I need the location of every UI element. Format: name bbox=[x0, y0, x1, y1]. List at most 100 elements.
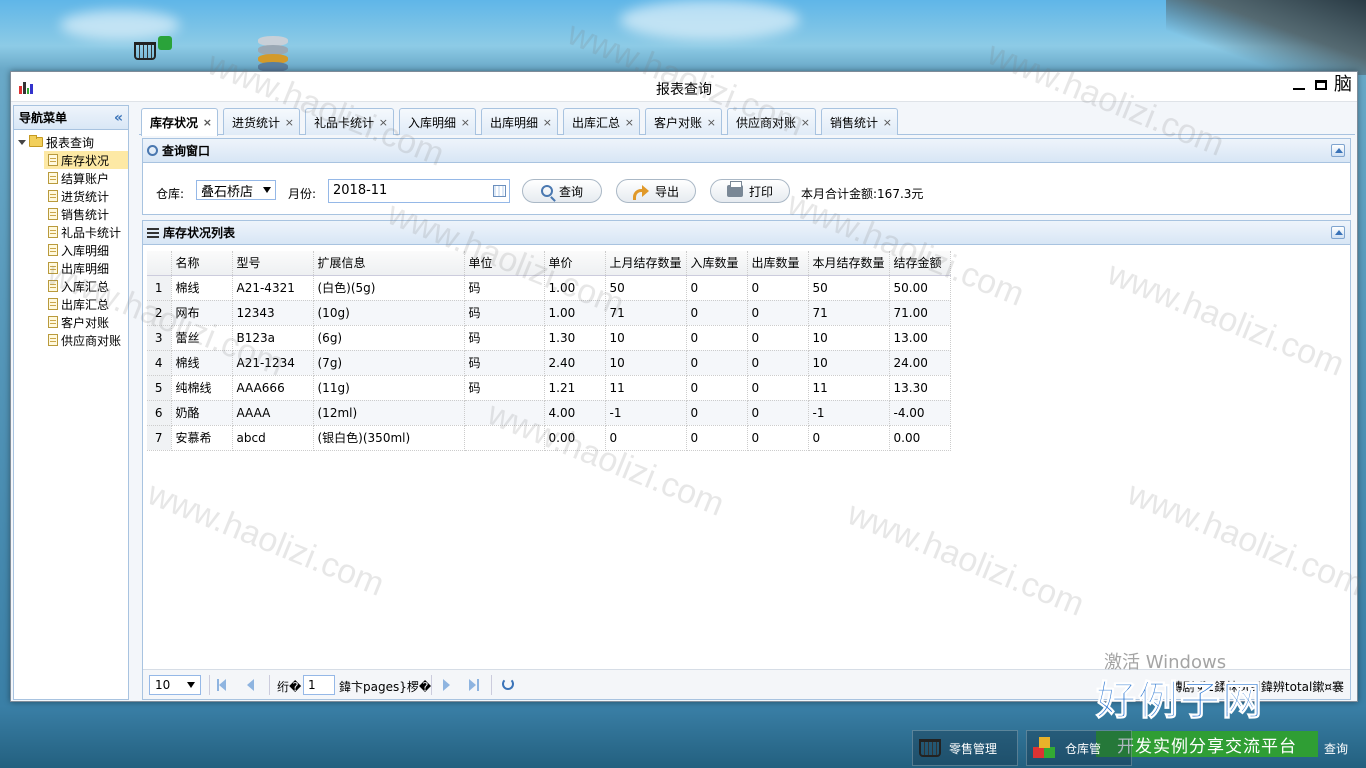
file-icon bbox=[48, 172, 58, 184]
tab-close-icon[interactable]: × bbox=[203, 116, 212, 129]
tree-item-sales-stats[interactable]: 销售统计 bbox=[14, 205, 128, 223]
tab-close-icon[interactable]: × bbox=[883, 116, 892, 129]
calendar-icon[interactable] bbox=[493, 185, 506, 197]
table-row[interactable]: 4 棉线 A21-1234 (7g) 码 2.40 10 0 0 10 24.00 bbox=[147, 350, 951, 376]
table-row[interactable]: 5 纯棉线 AAA666 (11g) 码 1.21 11 0 0 11 13.30 bbox=[147, 375, 951, 401]
tab-giftcard-stats[interactable]: 礼品卡统计 × bbox=[305, 108, 394, 135]
column-header[interactable]: 扩展信息 bbox=[313, 251, 465, 276]
table-cell: 0 bbox=[747, 350, 809, 376]
last-page-icon[interactable] bbox=[469, 679, 476, 691]
export-button[interactable]: 导出 bbox=[616, 179, 696, 203]
tab-close-icon[interactable]: × bbox=[801, 116, 810, 129]
file-icon bbox=[48, 316, 58, 328]
table-row[interactable]: 1 棉线 A21-4321 (白色)(5g) 码 1.00 50 0 0 50 50.00 bbox=[147, 275, 951, 301]
tab-customer-reconcile[interactable]: 客户对账 × bbox=[645, 108, 722, 135]
table-cell: abcd bbox=[232, 425, 314, 451]
column-header[interactable]: 本月结存数量 bbox=[808, 251, 890, 276]
table-row[interactable]: 6 奶酪 AAAA (12ml) 4.00 -1 0 0 -1 -4.00 bbox=[147, 400, 951, 426]
expand-arrow-icon[interactable] bbox=[18, 139, 26, 145]
tab-outbound-summary[interactable]: 出库汇总 × bbox=[563, 108, 640, 135]
tab-label: 出库明细 bbox=[490, 115, 539, 130]
column-header[interactable]: 入库数量 bbox=[686, 251, 748, 276]
table-cell: 24.00 bbox=[889, 350, 951, 376]
row-number: 5 bbox=[147, 375, 172, 401]
tab-sales-stats[interactable]: 销售统计 × bbox=[821, 108, 898, 135]
first-page-icon[interactable] bbox=[219, 679, 226, 691]
row-number: 6 bbox=[147, 400, 172, 426]
minimize-button[interactable] bbox=[1291, 76, 1307, 94]
table-cell: AAAA bbox=[232, 400, 314, 426]
nav-tree: 报表查询 库存状况 结算账户 进货统计 销售统计 礼品卡统计 入库明细 出库明细… bbox=[14, 130, 128, 349]
tab-close-icon[interactable]: × bbox=[625, 116, 634, 129]
shopping-cart-desktop-icon[interactable] bbox=[130, 36, 174, 70]
tree-item-inbound-summary[interactable]: 入库汇总 bbox=[14, 277, 128, 295]
tab-close-icon[interactable]: × bbox=[707, 116, 716, 129]
window-extra-button[interactable]: 脑 bbox=[1334, 76, 1352, 94]
tree-item-inventory-status[interactable]: 库存状况 bbox=[44, 151, 128, 169]
column-header[interactable]: 单位 bbox=[464, 251, 545, 276]
table-cell: 码 bbox=[464, 300, 545, 326]
month-input[interactable]: 2018-11 bbox=[328, 179, 510, 203]
taskbar-query[interactable]: 查询 bbox=[1290, 730, 1366, 766]
tab-outbound-detail[interactable]: 出库明细 × bbox=[481, 108, 558, 135]
tab-inventory-status[interactable]: 库存状况 × bbox=[141, 108, 218, 136]
table-row[interactable]: 2 网布 12343 (10g) 码 1.00 71 0 0 71 71.00 bbox=[147, 300, 951, 326]
collapse-panel-button[interactable] bbox=[1331, 226, 1345, 239]
tree-root-reports[interactable]: 报表查询 bbox=[14, 133, 128, 151]
table-cell: 0 bbox=[686, 275, 748, 301]
column-header[interactable]: 名称 bbox=[171, 251, 233, 276]
tab-close-icon[interactable]: × bbox=[285, 116, 294, 129]
table-cell: 纯棉线 bbox=[171, 375, 233, 401]
table-cell: 12343 bbox=[232, 300, 314, 326]
column-header[interactable]: 出库数量 bbox=[747, 251, 809, 276]
table-cell: 0 bbox=[686, 375, 748, 401]
tree-item-giftcard-stats[interactable]: 礼品卡统计 bbox=[14, 223, 128, 241]
table-cell: 0.00 bbox=[889, 425, 951, 451]
tab-inbound-detail[interactable]: 入库明细 × bbox=[399, 108, 476, 135]
tree-item-outbound-detail[interactable]: 出库明细 bbox=[14, 259, 128, 277]
database-desktop-icon[interactable] bbox=[252, 36, 296, 72]
tab-close-icon[interactable]: × bbox=[379, 116, 388, 129]
collapse-icon[interactable]: « bbox=[114, 110, 123, 126]
next-page-icon[interactable] bbox=[443, 679, 450, 691]
table-cell: 蕾丝 bbox=[171, 325, 233, 351]
table-cell: (11g) bbox=[313, 375, 465, 401]
maximize-button[interactable] bbox=[1313, 76, 1329, 94]
tab-close-icon[interactable]: × bbox=[543, 116, 552, 129]
window-title: 报表查询 bbox=[656, 82, 712, 98]
warehouse-select[interactable]: 叠石桥店 bbox=[196, 180, 276, 200]
table-cell: 1.00 bbox=[544, 275, 606, 301]
desktop-mountain bbox=[1166, 0, 1366, 75]
tab-label: 出库汇总 bbox=[572, 115, 621, 130]
column-header[interactable]: 单价 bbox=[544, 251, 606, 276]
search-button[interactable]: 查询 bbox=[522, 179, 602, 203]
table-cell: 0 bbox=[808, 425, 890, 451]
taskbar-warehouse[interactable]: 仓库管 bbox=[1026, 730, 1132, 766]
tree-item-outbound-summary[interactable]: 出库汇总 bbox=[14, 295, 128, 313]
column-header[interactable]: 型号 bbox=[232, 251, 314, 276]
tree-item-customer-reconcile[interactable]: 客户对账 bbox=[14, 313, 128, 331]
collapse-panel-button[interactable] bbox=[1331, 144, 1345, 157]
tab-supplier-reconcile[interactable]: 供应商对账 × bbox=[727, 108, 816, 135]
tab-close-icon[interactable]: × bbox=[461, 116, 470, 129]
refresh-icon[interactable] bbox=[502, 678, 514, 690]
page-size-select[interactable]: 10 bbox=[149, 675, 201, 695]
tree-item-inbound-detail[interactable]: 入库明细 bbox=[14, 241, 128, 259]
tree-item-purchase-stats[interactable]: 进货统计 bbox=[14, 187, 128, 205]
column-header[interactable]: 上月结存数量 bbox=[605, 251, 687, 276]
tab-purchase-stats[interactable]: 进货统计 × bbox=[223, 108, 300, 135]
taskbar-retail[interactable]: 零售管理 bbox=[912, 730, 1018, 766]
prev-page-icon[interactable] bbox=[247, 679, 254, 691]
tree-item-supplier-reconcile[interactable]: 供应商对账 bbox=[14, 331, 128, 349]
column-header[interactable]: 结存金额 bbox=[889, 251, 951, 276]
tree-item-settlement-account[interactable]: 结算账户 bbox=[14, 169, 128, 187]
table-row[interactable]: 7 安慕希 abcd (银白色)(350ml) 0.00 0 0 0 0 0.00 bbox=[147, 425, 951, 451]
printer-icon bbox=[726, 181, 743, 197]
table-row[interactable]: 3 蕾丝 B123a (6g) 码 1.30 10 0 0 10 13.00 bbox=[147, 325, 951, 351]
table-cell: 安慕希 bbox=[171, 425, 233, 451]
tree-item-label: 结算账户 bbox=[61, 171, 110, 186]
divider bbox=[209, 675, 210, 695]
print-button[interactable]: 打印 bbox=[710, 179, 790, 203]
page-number-input[interactable]: 1 bbox=[303, 675, 335, 695]
tree-item-label: 客户对账 bbox=[61, 315, 110, 330]
